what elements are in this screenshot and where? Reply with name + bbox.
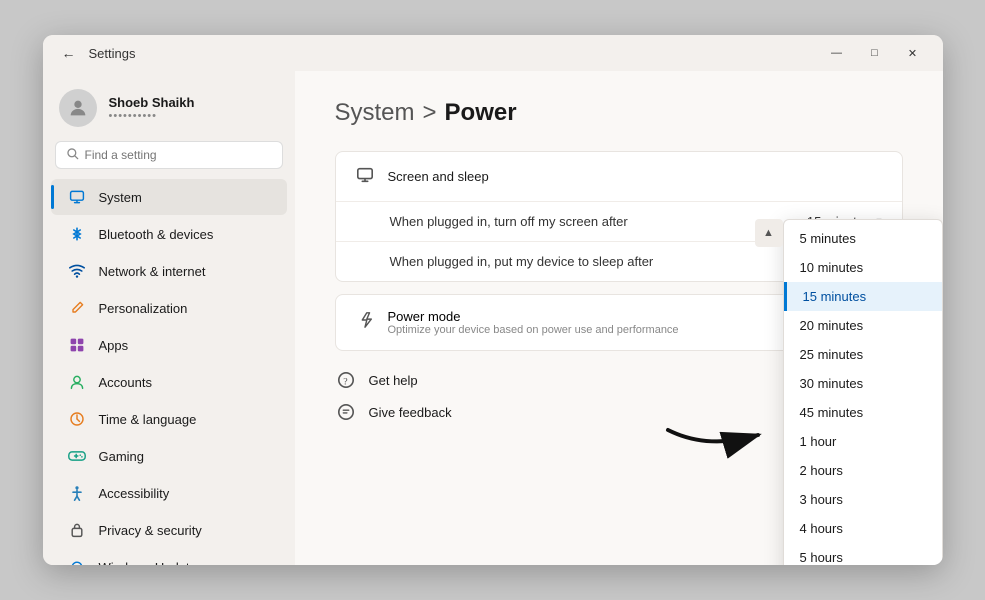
dropdown-item-4[interactable]: 25 minutes bbox=[784, 340, 942, 369]
sidebar-label-system: System bbox=[99, 190, 142, 205]
help-icon: ? bbox=[335, 369, 357, 391]
back-button[interactable]: ← bbox=[59, 43, 79, 63]
sidebar-label-apps: Apps bbox=[99, 338, 129, 353]
dropdown-item-6[interactable]: 45 minutes bbox=[784, 398, 942, 427]
search-icon bbox=[66, 147, 79, 163]
dropdown-item-2[interactable]: 15 minutes bbox=[784, 282, 942, 311]
arrow-annotation bbox=[658, 400, 778, 465]
get-help-label: Get help bbox=[369, 373, 418, 388]
power-mode-subtitle: Optimize your device based on power use … bbox=[388, 324, 679, 336]
search-input[interactable] bbox=[85, 148, 272, 162]
sidebar-item-update[interactable]: Windows Update bbox=[51, 549, 287, 565]
sidebar-item-accessibility[interactable]: Accessibility bbox=[51, 475, 287, 511]
dropdown-item-8[interactable]: 2 hours bbox=[784, 456, 942, 485]
breadcrumb-parent: System bbox=[335, 99, 415, 127]
dropdown-item-1[interactable]: 10 minutes bbox=[784, 253, 942, 282]
window-controls: — □ ✕ bbox=[819, 39, 931, 67]
sidebar: Shoeb Shaikh •••••••••• bbox=[43, 71, 295, 565]
breadcrumb-separator: > bbox=[423, 99, 437, 127]
svg-text:?: ? bbox=[343, 377, 347, 388]
accounts-icon bbox=[67, 372, 87, 392]
gaming-icon bbox=[67, 446, 87, 466]
privacy-icon bbox=[67, 520, 87, 540]
sidebar-label-gaming: Gaming bbox=[99, 449, 145, 464]
screen-sleep-title: Screen and sleep bbox=[388, 169, 489, 184]
sidebar-item-time[interactable]: Time & language bbox=[51, 401, 287, 437]
maximize-button[interactable]: □ bbox=[857, 39, 893, 67]
time-icon bbox=[67, 409, 87, 429]
sidebar-item-network[interactable]: Network & internet bbox=[51, 253, 287, 289]
titlebar-left: ← Settings bbox=[59, 43, 136, 63]
network-icon bbox=[67, 261, 87, 281]
feedback-icon bbox=[335, 401, 357, 423]
update-icon bbox=[67, 557, 87, 565]
breadcrumb: System > Power bbox=[335, 99, 903, 127]
power-mode-info: Power mode Optimize your device based on… bbox=[388, 309, 679, 336]
chevron-up-icon: ▲ bbox=[763, 227, 774, 239]
dropdown-scroll-up-button[interactable]: ▲ bbox=[755, 219, 783, 247]
dropdown-item-9[interactable]: 3 hours bbox=[784, 485, 942, 514]
dropdown-item-11[interactable]: 5 hours bbox=[784, 543, 942, 565]
apps-icon bbox=[67, 335, 87, 355]
user-email: •••••••••• bbox=[109, 110, 195, 122]
power-mode-icon bbox=[356, 311, 374, 334]
sidebar-label-network: Network & internet bbox=[99, 264, 206, 279]
dropdown-item-3[interactable]: 20 minutes bbox=[784, 311, 942, 340]
user-info: Shoeb Shaikh •••••••••• bbox=[109, 95, 195, 122]
window-title: Settings bbox=[89, 46, 136, 61]
sleep-time-dropdown: 5 minutes 10 minutes 15 minutes 20 minut… bbox=[783, 219, 943, 565]
minimize-button[interactable]: — bbox=[819, 39, 855, 67]
sidebar-label-privacy: Privacy & security bbox=[99, 523, 202, 538]
power-mode-left: Power mode Optimize your device based on… bbox=[356, 309, 679, 336]
sidebar-item-personalization[interactable]: Personalization bbox=[51, 290, 287, 326]
avatar bbox=[59, 89, 97, 127]
dropdown-item-5[interactable]: 30 minutes bbox=[784, 369, 942, 398]
screen-sleep-header[interactable]: Screen and sleep bbox=[336, 152, 902, 201]
dropdown-item-0[interactable]: 5 minutes bbox=[784, 224, 942, 253]
titlebar: ← Settings — □ ✕ bbox=[43, 35, 943, 71]
sidebar-item-bluetooth[interactable]: Bluetooth & devices bbox=[51, 216, 287, 252]
sleep-label: When plugged in, put my device to sleep … bbox=[390, 254, 654, 269]
personalization-icon bbox=[67, 298, 87, 318]
user-section: Shoeb Shaikh •••••••••• bbox=[43, 79, 295, 141]
give-feedback-label: Give feedback bbox=[369, 405, 452, 420]
sidebar-item-privacy[interactable]: Privacy & security bbox=[51, 512, 287, 548]
sidebar-label-update: Windows Update bbox=[99, 560, 197, 566]
close-button[interactable]: ✕ bbox=[895, 39, 931, 67]
content-area: Shoeb Shaikh •••••••••• bbox=[43, 71, 943, 565]
dropdown-item-10[interactable]: 4 hours bbox=[784, 514, 942, 543]
accessibility-icon bbox=[67, 483, 87, 503]
dropdown-item-7[interactable]: 1 hour bbox=[784, 427, 942, 456]
sidebar-label-personalization: Personalization bbox=[99, 301, 188, 316]
settings-window: ← Settings — □ ✕ Shoeb Shaikh ••••• bbox=[43, 35, 943, 565]
sidebar-label-time: Time & language bbox=[99, 412, 197, 427]
system-icon bbox=[67, 187, 87, 207]
screen-off-label: When plugged in, turn off my screen afte… bbox=[390, 214, 628, 229]
power-mode-title: Power mode bbox=[388, 309, 679, 324]
sidebar-item-accounts[interactable]: Accounts bbox=[51, 364, 287, 400]
sidebar-label-accounts: Accounts bbox=[99, 375, 152, 390]
bluetooth-icon bbox=[67, 224, 87, 244]
main-content: System > Power Screen and sleep bbox=[295, 71, 943, 565]
screen-sleep-icon bbox=[356, 166, 374, 187]
sidebar-item-system[interactable]: System bbox=[51, 179, 287, 215]
sidebar-label-accessibility: Accessibility bbox=[99, 486, 170, 501]
search-bar[interactable] bbox=[55, 141, 283, 169]
sidebar-item-apps[interactable]: Apps bbox=[51, 327, 287, 363]
breadcrumb-current: Power bbox=[445, 99, 517, 127]
sidebar-item-gaming[interactable]: Gaming bbox=[51, 438, 287, 474]
sidebar-label-bluetooth: Bluetooth & devices bbox=[99, 227, 214, 242]
user-name: Shoeb Shaikh bbox=[109, 95, 195, 110]
